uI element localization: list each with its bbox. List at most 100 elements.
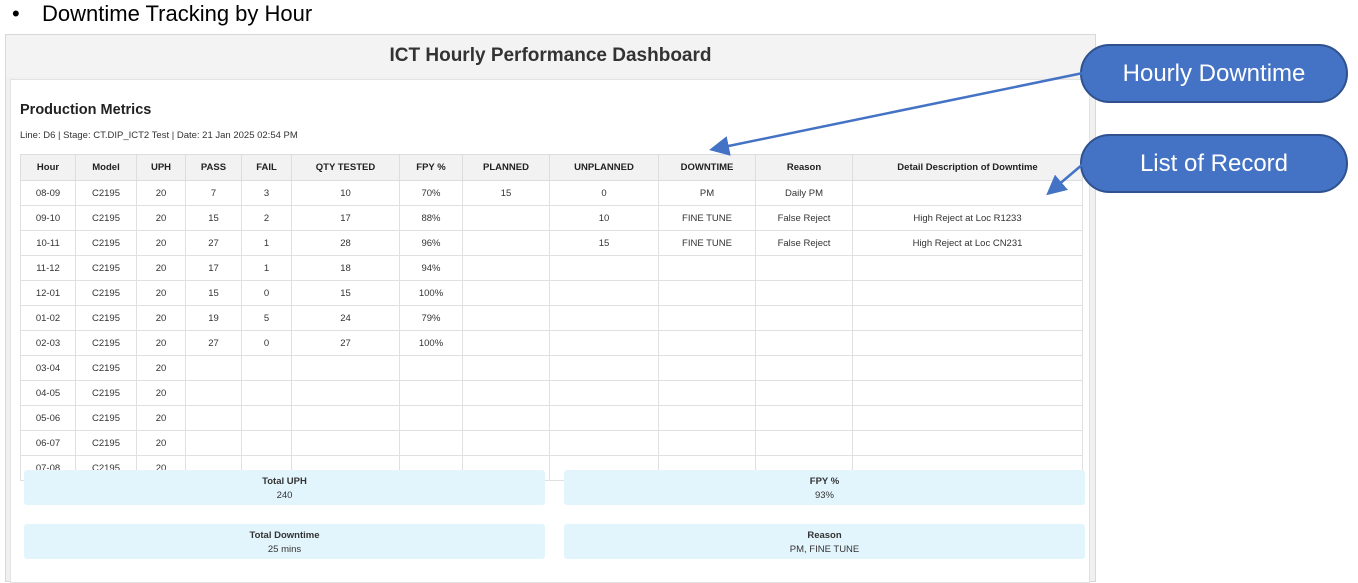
table-cell: 10 bbox=[291, 180, 400, 206]
table-cell: 03-04 bbox=[20, 355, 76, 381]
table-cell bbox=[462, 280, 550, 306]
table-cell bbox=[462, 330, 550, 356]
table-cell: 0 bbox=[241, 330, 292, 356]
table-row: 10-11 C2195 20 27 1 28 96% 15 FINE TUNE False Rej… bbox=[20, 230, 1083, 256]
fpy-value: 93% bbox=[814, 490, 834, 501]
table-row: 03-04 C2195 20 bbox=[20, 355, 1083, 381]
column-header: Hour bbox=[20, 154, 76, 181]
table-cell: Daily PM bbox=[755, 180, 853, 206]
table-cell bbox=[462, 230, 550, 256]
table-cell: 01-02 bbox=[20, 305, 76, 331]
list-of-record-callout-text: List of Record bbox=[1139, 149, 1289, 177]
table-cell bbox=[291, 380, 400, 406]
table-cell bbox=[549, 380, 659, 406]
table-cell bbox=[852, 355, 1083, 381]
table-cell bbox=[462, 205, 550, 231]
dashboard-window: ICT Hourly Performance Dashboard Product… bbox=[5, 34, 1096, 583]
column-header: PLANNED bbox=[462, 154, 550, 181]
table-cell bbox=[658, 405, 756, 431]
column-header: Detail Description of Downtime bbox=[852, 154, 1083, 181]
table-cell: 2 bbox=[241, 205, 292, 231]
table-row: 04-05 C2195 20 bbox=[20, 380, 1083, 406]
table-cell bbox=[852, 255, 1083, 281]
table-cell: False Reject bbox=[755, 205, 853, 231]
table-cell bbox=[549, 430, 659, 456]
table-cell bbox=[658, 380, 756, 406]
reason-label: Reason bbox=[807, 530, 842, 541]
table-cell bbox=[462, 355, 550, 381]
table-cell bbox=[658, 355, 756, 381]
table-cell bbox=[852, 180, 1083, 206]
table-cell: 100% bbox=[399, 330, 463, 356]
table-row: 08-09 C2195 20 7 3 10 70% 15 0 PM Daily PM bbox=[20, 180, 1083, 206]
table-cell: 15 bbox=[462, 180, 550, 206]
table-cell: 7 bbox=[185, 180, 242, 206]
table-cell: 11-12 bbox=[20, 255, 76, 281]
table-cell: 5 bbox=[241, 305, 292, 331]
table-cell: 70% bbox=[399, 180, 463, 206]
table-cell: C2195 bbox=[75, 180, 137, 206]
production-metrics-table: Hour Model UPH PASS FAIL QTY TESTED FPY % PLANN… bbox=[20, 154, 1083, 481]
column-header: UNPLANNED bbox=[549, 154, 659, 181]
table-row: 09-10 C2195 20 15 2 17 88% 10 FINE TUNE False Rej… bbox=[20, 205, 1083, 231]
column-header: Reason bbox=[755, 154, 853, 181]
column-header: PASS bbox=[185, 154, 242, 181]
table-cell: 08-09 bbox=[20, 180, 76, 206]
table-cell: 20 bbox=[136, 405, 186, 431]
table-cell: 1 bbox=[241, 230, 292, 256]
line-stage-date-info: Line: D6 | Stage: CT.DIP_ICT2 Test | Dat… bbox=[20, 130, 298, 141]
table-cell bbox=[755, 405, 853, 431]
table-cell: 3 bbox=[241, 180, 292, 206]
table-cell bbox=[755, 305, 853, 331]
table-row: 11-12 C2195 20 17 1 18 94% bbox=[20, 255, 1083, 281]
table-cell: 100% bbox=[399, 280, 463, 306]
table-cell bbox=[755, 430, 853, 456]
table-cell bbox=[852, 305, 1083, 331]
table-cell bbox=[852, 430, 1083, 456]
table-cell bbox=[852, 280, 1083, 306]
table-cell: 1 bbox=[241, 255, 292, 281]
table-row: 02-03 C2195 20 27 0 27 100% bbox=[20, 330, 1083, 356]
table-cell: 15 bbox=[185, 205, 242, 231]
table-cell bbox=[755, 255, 853, 281]
reason-value: PM, FINE TUNE bbox=[789, 544, 860, 555]
table-cell bbox=[462, 380, 550, 406]
section-title: Production Metrics bbox=[20, 102, 152, 118]
column-header: UPH bbox=[136, 154, 186, 181]
table-cell bbox=[241, 405, 292, 431]
table-cell bbox=[852, 330, 1083, 356]
table-cell bbox=[549, 305, 659, 331]
table-cell: 28 bbox=[291, 230, 400, 256]
table-row: 01-02 C2195 20 19 5 24 79% bbox=[20, 305, 1083, 331]
total-uph-card: Total UPH 240 bbox=[24, 470, 545, 505]
total-downtime-value: 25 mins bbox=[267, 544, 302, 555]
table-cell bbox=[549, 405, 659, 431]
column-header: Model bbox=[75, 154, 137, 181]
total-downtime-card: Total Downtime 25 mins bbox=[24, 524, 545, 559]
table-row: 12-01 C2195 20 15 0 15 100% bbox=[20, 280, 1083, 306]
table-cell bbox=[852, 405, 1083, 431]
table-cell: 79% bbox=[399, 305, 463, 331]
table-cell: False Reject bbox=[755, 230, 853, 256]
table-cell bbox=[549, 355, 659, 381]
table-cell: C2195 bbox=[75, 430, 137, 456]
table-cell: 20 bbox=[136, 180, 186, 206]
table-cell bbox=[399, 355, 463, 381]
table-cell: 88% bbox=[399, 205, 463, 231]
reason-card: Reason PM, FINE TUNE bbox=[564, 524, 1085, 559]
table-cell bbox=[658, 280, 756, 306]
column-header: FPY % bbox=[399, 154, 463, 181]
table-cell: 0 bbox=[241, 280, 292, 306]
table-cell: 20 bbox=[136, 205, 186, 231]
table-cell: 27 bbox=[185, 230, 242, 256]
table-cell bbox=[852, 380, 1083, 406]
fpy-label: FPY % bbox=[809, 476, 840, 487]
table-cell: 15 bbox=[549, 230, 659, 256]
column-header: QTY TESTED bbox=[291, 154, 400, 181]
table-cell: C2195 bbox=[75, 405, 137, 431]
table-cell bbox=[658, 330, 756, 356]
table-cell: 18 bbox=[291, 255, 400, 281]
column-header: FAIL bbox=[241, 154, 292, 181]
table-cell: 10 bbox=[549, 205, 659, 231]
table-cell bbox=[549, 280, 659, 306]
